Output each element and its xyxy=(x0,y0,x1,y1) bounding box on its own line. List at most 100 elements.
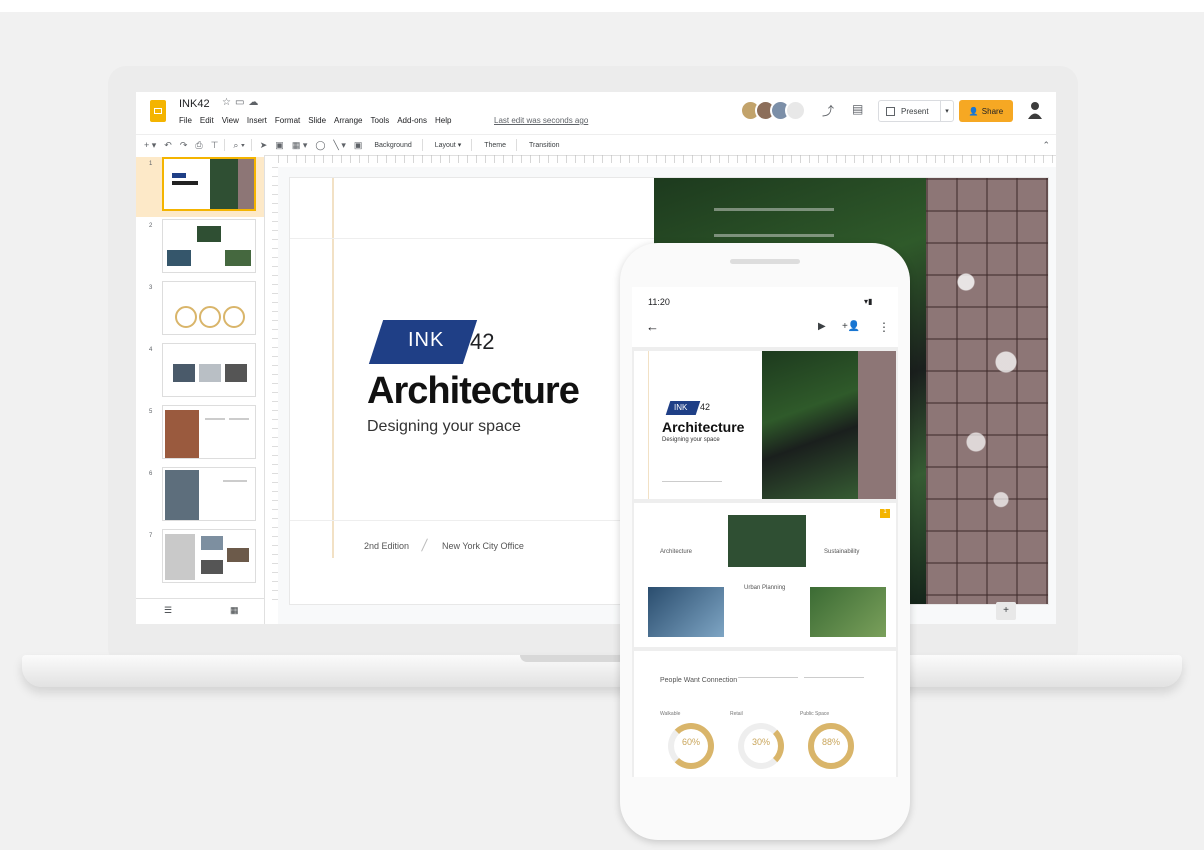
cursor-icon[interactable]: ➤ xyxy=(260,140,268,151)
menu-bar: File Edit View Insert Format Slide Arran… xyxy=(179,116,451,125)
grid-view-icon[interactable]: ▦ xyxy=(230,605,239,616)
phone-slide-list: INK 42 Architecture Designing your space… xyxy=(632,347,898,777)
last-edit-link[interactable]: Last edit was seconds ago xyxy=(494,116,588,125)
mini-glass-photo xyxy=(648,587,724,637)
layout-button[interactable]: Layout ▾ xyxy=(431,140,466,150)
shape-icon[interactable]: ◯ xyxy=(315,140,325,151)
ink-tag-text: INK xyxy=(408,329,445,351)
menu-file[interactable]: File xyxy=(179,116,192,125)
col-urban-planning: Urban Planning xyxy=(744,585,786,591)
toolbar: + ▾ ↶ ↷ ⎙ ⊤ ⌕ ▾ ➤ ▣ ▦ ▾ ◯ ╲ ▾ ▣ Backgrou… xyxy=(136,134,1056,156)
menu-tools[interactable]: Tools xyxy=(371,116,390,125)
divider xyxy=(250,139,252,151)
present-icon xyxy=(886,106,895,116)
facade-photo xyxy=(926,178,1048,604)
menu-view[interactable]: View xyxy=(222,116,239,125)
explore-icon[interactable]: + xyxy=(996,602,1016,620)
menu-format[interactable]: Format xyxy=(275,116,300,125)
slide-number: 3 xyxy=(149,285,153,291)
transition-button[interactable]: Transition xyxy=(525,141,563,150)
menu-slide[interactable]: Slide xyxy=(308,116,326,125)
thumbnail-5[interactable]: 5 xyxy=(136,405,264,465)
slides-logo-icon[interactable] xyxy=(150,100,166,122)
account-icon[interactable] xyxy=(1028,101,1042,119)
status-time: 11:20 xyxy=(648,297,670,307)
col-architecture: Architecture xyxy=(660,549,693,555)
cloud-icon[interactable]: ☁ xyxy=(248,97,262,108)
collaborator-avatars xyxy=(740,100,806,121)
thumbnail-preview xyxy=(162,157,256,211)
mini-title: Architecture xyxy=(662,419,745,435)
list-view-icon[interactable]: ☰ xyxy=(164,605,172,616)
phone-slide-1[interactable]: INK 42 Architecture Designing your space xyxy=(634,351,896,499)
thumbnail-preview xyxy=(162,343,256,397)
menu-arrange[interactable]: Arrange xyxy=(334,116,362,125)
slide-guide-line xyxy=(290,520,660,521)
textbox-icon[interactable]: ▣ xyxy=(275,140,284,151)
zoom-icon[interactable]: ⌕ ▾ xyxy=(233,140,244,151)
thumbnail-6[interactable]: 6 xyxy=(136,467,264,527)
play-icon[interactable]: ▶ xyxy=(818,321,826,332)
slide-number: 4 xyxy=(149,347,153,353)
background-button[interactable]: Background xyxy=(370,141,415,150)
mini-facade-photo xyxy=(858,351,896,499)
thumbnail-preview xyxy=(162,467,256,521)
chevron-up-icon[interactable]: ⌃ xyxy=(1042,140,1050,151)
back-arrow-icon[interactable]: ← xyxy=(646,319,659,334)
slide-number: 5 xyxy=(149,409,153,415)
slides-editor-window: INK42 ☆▭☁ File Edit View Insert Format S… xyxy=(136,92,1056,624)
more-icon[interactable]: ⋮ xyxy=(878,320,890,334)
slide-accent-line xyxy=(332,178,334,558)
layout-label: Layout xyxy=(434,142,456,149)
undo-icon[interactable]: ↶ xyxy=(164,140,172,151)
document-title[interactable]: INK42 xyxy=(179,98,210,110)
theme-button[interactable]: Theme xyxy=(480,141,510,150)
menu-help[interactable]: Help xyxy=(435,116,451,125)
title-icons: ☆▭☁ xyxy=(222,97,262,108)
slide-badge: 1 xyxy=(880,509,890,518)
menu-edit[interactable]: Edit xyxy=(200,116,214,125)
phone-device: 11:20 ▾▮ ← ▶ +👤 ⋮ INK 42 Architecture De… xyxy=(620,243,910,840)
stat-label: Public Space xyxy=(800,711,830,717)
menu-insert[interactable]: Insert xyxy=(247,116,267,125)
thumbnail-1[interactable]: 1 xyxy=(136,157,264,217)
phone-slide-3[interactable]: People Want Connection Walkable Retail P… xyxy=(634,651,896,777)
text-line xyxy=(738,677,798,678)
present-label: Present xyxy=(901,106,929,116)
slide3-heading: People Want Connection xyxy=(660,677,738,684)
print-icon[interactable]: ⎙ xyxy=(195,140,202,151)
thumbnail-7[interactable]: 7 xyxy=(136,529,264,589)
line-icon[interactable]: ╲ ▾ xyxy=(333,140,345,151)
new-slide-icon[interactable]: + ▾ xyxy=(144,140,156,151)
star-icon[interactable]: ☆ xyxy=(222,97,235,108)
comment-icon[interactable]: ▤ xyxy=(852,102,863,116)
thumbnail-4[interactable]: 4 xyxy=(136,343,264,403)
menu-addons[interactable]: Add-ons xyxy=(397,116,427,125)
stat-label: Walkable xyxy=(660,711,681,717)
paint-format-icon[interactable]: ⊤ xyxy=(211,140,219,151)
redo-icon[interactable]: ↷ xyxy=(180,140,188,151)
slide-title: Architecture xyxy=(367,370,580,412)
horizontal-ruler xyxy=(278,155,1056,163)
thumbnail-2[interactable]: 2 xyxy=(136,219,264,279)
person-icon: 👤 xyxy=(968,106,979,116)
add-person-icon[interactable]: +👤 xyxy=(842,321,860,332)
folder-icon[interactable]: ▭ xyxy=(235,97,248,108)
phone-slide-2[interactable]: 1 Architecture Urban Planning Sustainabi… xyxy=(634,503,896,647)
trend-icon[interactable]: ⤴ xyxy=(822,102,834,119)
col-sustainability: Sustainability xyxy=(824,549,860,555)
slide-number: 2 xyxy=(149,223,153,229)
app-bar: INK42 ☆▭☁ File Edit View Insert Format S… xyxy=(136,92,1056,132)
present-button[interactable]: Present ▾ xyxy=(878,100,954,122)
footer-divider xyxy=(421,538,428,552)
divider xyxy=(421,139,423,151)
chevron-down-icon[interactable]: ▾ xyxy=(940,101,953,121)
thumbnail-3[interactable]: 3 xyxy=(136,281,264,341)
comment-add-icon[interactable]: ▣ xyxy=(354,140,363,151)
top-band xyxy=(0,0,1204,12)
share-button[interactable]: 👤 Share xyxy=(959,100,1013,122)
avatar[interactable] xyxy=(785,100,806,121)
mini-number: 42 xyxy=(700,402,711,412)
image-icon[interactable]: ▦ ▾ xyxy=(292,140,308,151)
thumbnail-preview xyxy=(162,529,256,583)
